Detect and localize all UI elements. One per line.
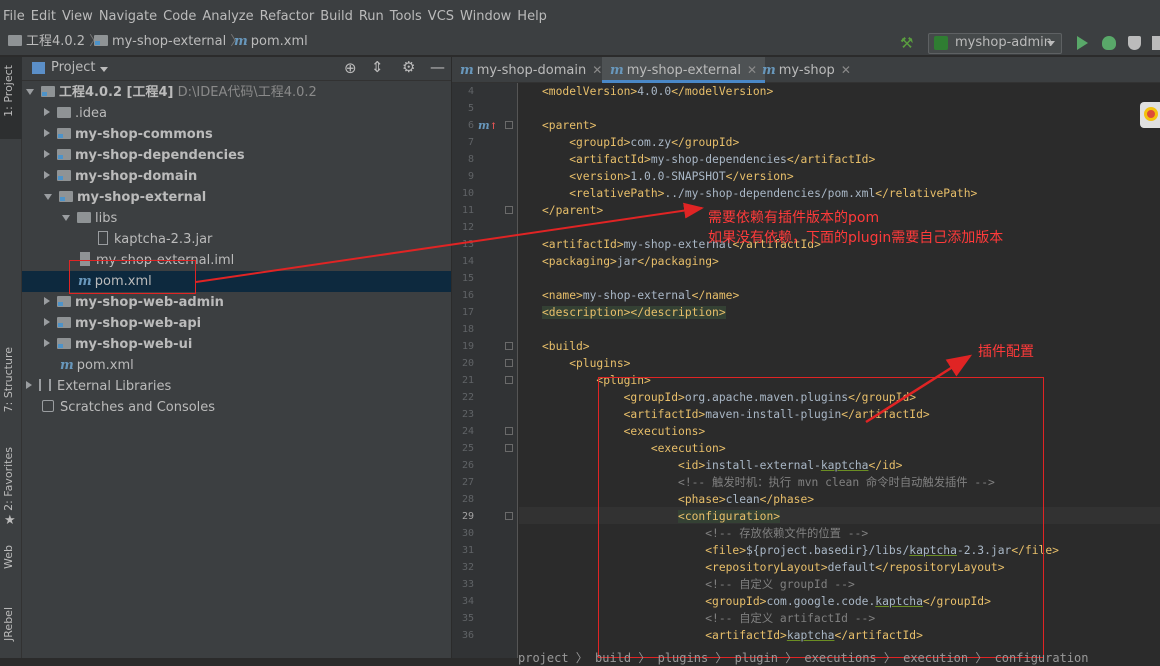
arrow-pom-to-parent [195,202,704,283]
arrow-plugin-config [865,354,973,424]
annotation-arrows [195,202,973,424]
